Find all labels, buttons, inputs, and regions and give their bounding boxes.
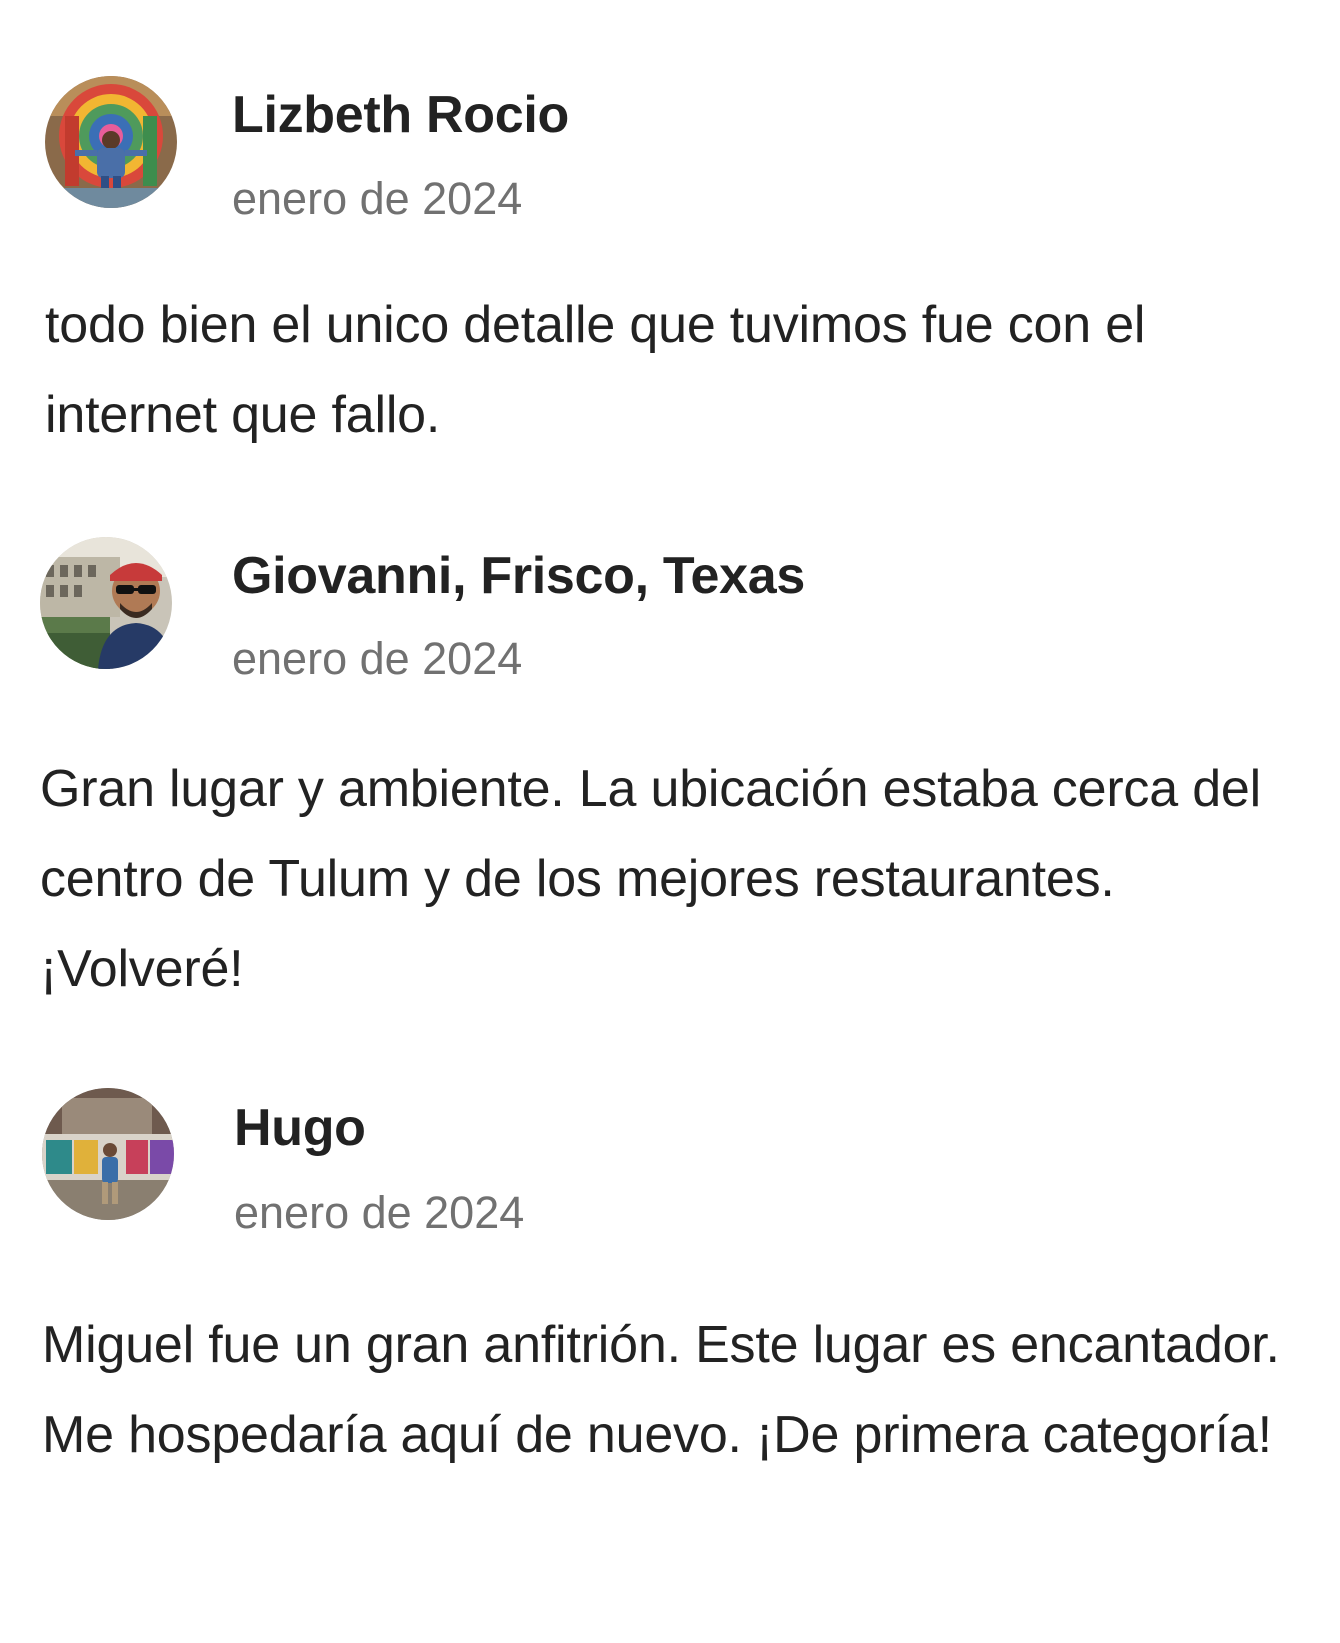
avatar-photo — [40, 537, 172, 669]
reviewer-name: Giovanni, Frisco, Texas — [232, 547, 805, 605]
reviewer-name: Lizbeth Rocio — [232, 86, 569, 144]
review-text: todo bien el unico detalle que tuvimos f… — [45, 296, 1146, 444]
avatar[interactable] — [40, 537, 172, 669]
review-date: enero de 2024 — [234, 1187, 525, 1238]
avatar[interactable] — [45, 76, 177, 208]
avatar[interactable] — [42, 1088, 174, 1220]
review-text: Miguel fue un gran anfitrión. Este lugar… — [42, 1316, 1280, 1464]
avatar-photo — [42, 1088, 174, 1220]
review-date: enero de 2024 — [232, 633, 523, 684]
reviewer-name: Hugo — [234, 1099, 366, 1157]
review-date: enero de 2024 — [232, 173, 523, 224]
avatar-photo — [45, 76, 177, 208]
review-text: Gran lugar y ambiente. La ubicación esta… — [40, 760, 1261, 998]
